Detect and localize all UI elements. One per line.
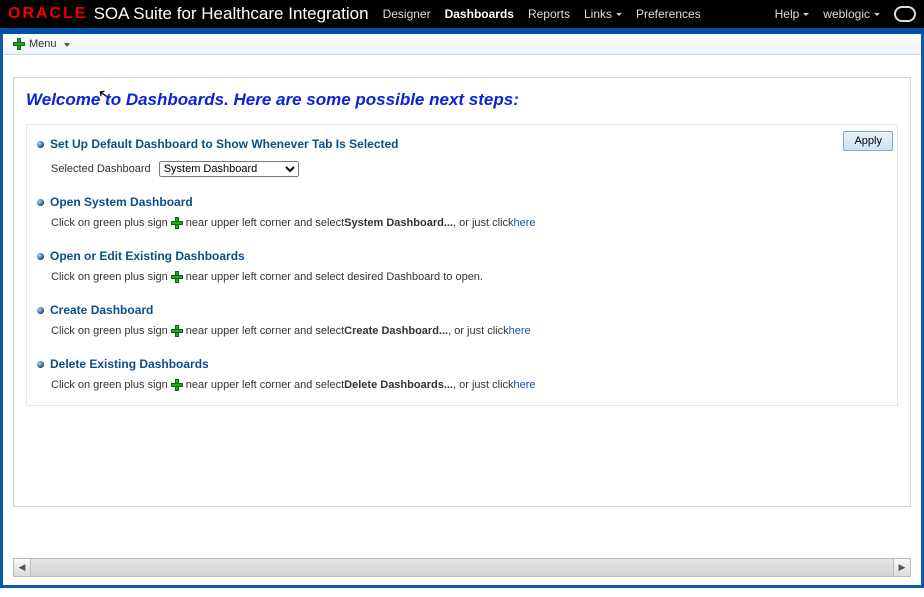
section-delete: Delete Existing Dashboards Click on gree… [37, 357, 887, 393]
oracle-o-icon [894, 6, 916, 22]
text: Click on green plus sign [51, 377, 168, 393]
inner-panel: Apply Set Up Default Dashboard to Show W… [26, 124, 898, 406]
link-here[interactable]: here [514, 215, 536, 231]
text: , or just click [453, 377, 514, 393]
selected-dashboard-dropdown[interactable]: System Dashboard [159, 161, 299, 177]
menu-button[interactable]: Menu [29, 38, 70, 50]
selected-dashboard-label: Selected Dashboard [51, 163, 151, 175]
section-header: Delete Existing Dashboards [37, 357, 887, 371]
section-title: Set Up Default Dashboard to Show Wheneve… [50, 137, 399, 151]
bullet-icon [37, 307, 44, 314]
selected-dashboard-row: Selected Dashboard System Dashboard [51, 161, 887, 177]
nav-user[interactable]: weblogic [823, 7, 880, 21]
section-body: Click on green plus sign near upper left… [51, 377, 887, 393]
section-set-default: Set Up Default Dashboard to Show Wheneve… [37, 137, 887, 177]
bullet-icon [37, 361, 44, 368]
menu-label: Menu [29, 38, 57, 50]
link-here[interactable]: here [514, 377, 536, 393]
section-header: Set Up Default Dashboard to Show Wheneve… [37, 137, 887, 151]
apply-button[interactable]: Apply [843, 131, 893, 151]
nav-help-label: Help [775, 7, 800, 21]
section-header: Create Dashboard [37, 303, 887, 317]
bullet-icon [37, 253, 44, 260]
text-bold: Delete Dashboards... [344, 377, 453, 393]
chevron-down-icon [616, 13, 622, 16]
text: Click on green plus sign [51, 323, 168, 339]
section-title: Delete Existing Dashboards [50, 357, 209, 371]
plus-icon [171, 379, 183, 391]
scroll-left-button[interactable]: ◀ [14, 559, 31, 576]
text: , or just click [448, 323, 509, 339]
section-title: Create Dashboard [50, 303, 153, 317]
plus-icon [171, 217, 183, 229]
section-open-system: Open System Dashboard Click on green plu… [37, 195, 887, 231]
scroll-right-button[interactable]: ▶ [893, 559, 910, 576]
section-body: Click on green plus sign near upper left… [51, 323, 887, 339]
section-body: Click on green plus sign near upper left… [51, 215, 887, 231]
nav-links-label: Links [584, 7, 612, 21]
text: near upper left corner and select [186, 215, 344, 231]
section-open-edit: Open or Edit Existing Dashboards Click o… [37, 249, 887, 285]
plus-icon [171, 325, 183, 337]
horizontal-scrollbar[interactable]: ◀ ▶ [13, 558, 911, 577]
bullet-icon [37, 141, 44, 148]
section-header: Open or Edit Existing Dashboards [37, 249, 887, 263]
product-title: SOA Suite for Healthcare Integration [94, 4, 369, 24]
text: near upper left corner and select [186, 377, 344, 393]
scroll-track[interactable] [31, 559, 893, 576]
top-bar: ORACLE SOA Suite for Healthcare Integrat… [0, 0, 924, 28]
nav-designer[interactable]: Designer [383, 7, 431, 21]
text-bold: Create Dashboard... [344, 323, 448, 339]
welcome-heading: Welcome to Dashboards. Here are some pos… [26, 90, 898, 110]
link-here[interactable]: here [509, 323, 531, 339]
text: , or just click [453, 215, 514, 231]
nav-preferences[interactable]: Preferences [636, 7, 701, 21]
section-header: Open System Dashboard [37, 195, 887, 209]
nav-user-label: weblogic [823, 7, 870, 21]
oracle-logo: ORACLE [8, 5, 88, 23]
workspace: Menu ↖ Welcome to Dashboards. Here are s… [0, 34, 924, 588]
chevron-down-icon [874, 13, 880, 16]
nav-reports[interactable]: Reports [528, 7, 570, 21]
menu-row: Menu [3, 34, 921, 55]
content-panel: Welcome to Dashboards. Here are some pos… [13, 77, 911, 507]
text-bold: System Dashboard... [344, 215, 453, 231]
nav-dashboards[interactable]: Dashboards [445, 7, 514, 21]
chevron-down-icon [64, 43, 70, 47]
plus-icon[interactable] [13, 38, 25, 50]
bullet-icon [37, 199, 44, 206]
section-title: Open or Edit Existing Dashboards [50, 249, 245, 263]
text: Click on green plus sign [51, 215, 168, 231]
section-body: Click on green plus sign near upper left… [51, 269, 887, 285]
plus-icon [171, 271, 183, 283]
nav-help[interactable]: Help [775, 7, 810, 21]
section-create: Create Dashboard Click on green plus sig… [37, 303, 887, 339]
nav-links[interactable]: Links [584, 7, 622, 21]
section-title: Open System Dashboard [50, 195, 193, 209]
text: near upper left corner and select desire… [186, 269, 483, 285]
text: near upper left corner and select [186, 323, 344, 339]
chevron-down-icon [803, 13, 809, 16]
text: Click on green plus sign [51, 269, 168, 285]
